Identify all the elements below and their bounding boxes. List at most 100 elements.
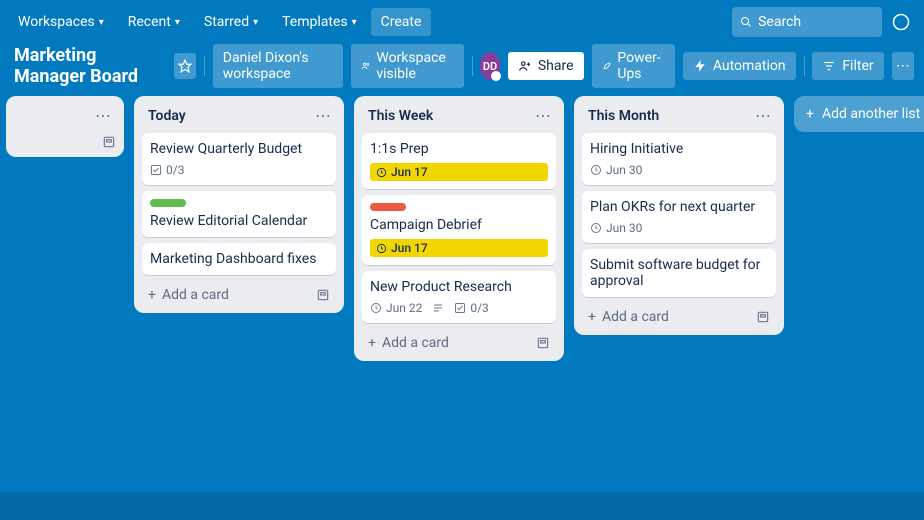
add-card-label: Add a card — [162, 287, 229, 303]
card-title: Hiring Initiative — [590, 141, 768, 157]
automation-button[interactable]: Automation — [683, 52, 796, 80]
nav-recent[interactable]: Recent ▾ — [118, 8, 190, 36]
star-button[interactable] — [174, 53, 196, 79]
card-title: New Product Research — [370, 279, 548, 295]
card[interactable]: Review Quarterly Budget 0/3 — [142, 133, 336, 185]
clock-icon — [376, 167, 387, 178]
board-bar: Marketing Manager Board Daniel Dixon's w… — [0, 44, 924, 88]
list-menu-button[interactable]: ⋯ — [535, 106, 552, 125]
divider — [472, 56, 473, 76]
add-card-button[interactable]: + Add a card — [362, 329, 556, 353]
plus-icon: + — [806, 106, 814, 122]
nav-recent-label: Recent — [128, 14, 171, 30]
rocket-icon — [602, 59, 612, 73]
card-title: Marketing Dashboard fixes — [150, 251, 328, 267]
list-menu-button[interactable]: ⋯ — [315, 106, 332, 125]
list-today: Today ⋯ Review Quarterly Budget 0/3 Revi… — [134, 96, 344, 313]
list-this-week: This Week ⋯ 1:1s Prep Jun 17 Campaign De… — [354, 96, 564, 361]
clock-icon — [376, 243, 387, 254]
footer-strip — [0, 492, 924, 520]
template-icon[interactable] — [102, 135, 116, 149]
chevron-down-icon: ▾ — [253, 17, 258, 28]
avatar[interactable]: DD — [480, 52, 500, 80]
card-meta: Jun 30 — [590, 163, 768, 177]
due-badge: Jun 17 — [370, 163, 548, 181]
list-title[interactable]: This Month — [588, 108, 659, 124]
share-label: Share — [538, 58, 574, 74]
people-icon — [361, 59, 371, 73]
top-nav: Workspaces ▾ Recent ▾ Starred ▾ Template… — [0, 0, 924, 44]
label-red — [370, 203, 406, 211]
nav-starred[interactable]: Starred ▾ — [194, 8, 268, 36]
add-card-button[interactable]: + Add a card — [582, 303, 776, 327]
clock-icon — [590, 164, 602, 176]
card[interactable]: Marketing Dashboard fixes — [142, 243, 336, 275]
card[interactable]: Campaign Debrief Jun 17 — [362, 195, 556, 265]
chevron-down-icon: ▾ — [99, 17, 104, 28]
search-field[interactable] — [758, 14, 874, 30]
list-title[interactable]: Today — [148, 108, 186, 124]
due-badge-plain: Jun 30 — [590, 221, 642, 235]
card[interactable]: 1:1s Prep Jun 17 — [362, 133, 556, 189]
card-meta: Jun 30 — [590, 221, 768, 235]
card[interactable]: Hiring Initiative Jun 30 — [582, 133, 776, 185]
filter-button[interactable]: Filter — [812, 52, 883, 80]
more-icon: ⋯ — [896, 58, 910, 74]
nav-starred-label: Starred — [204, 14, 249, 30]
due-badge: Jun 17 — [370, 239, 548, 257]
plus-icon: + — [588, 309, 596, 325]
card-title: Submit software budget for approval — [590, 257, 768, 289]
board-menu-button[interactable]: ⋯ — [892, 52, 914, 80]
add-card-button[interactable]: + Add a card — [142, 281, 336, 305]
board-canvas: ⋯ Today ⋯ Review Quarterly Budget 0/3 Re… — [0, 88, 924, 369]
list-header: This Month ⋯ — [582, 104, 776, 127]
search-icon — [740, 15, 752, 29]
nav-templates-label: Templates — [282, 14, 348, 30]
card-title: Plan OKRs for next quarter — [590, 199, 768, 215]
card-title: Review Editorial Calendar — [150, 213, 328, 229]
add-card-label: Add a card — [602, 309, 669, 325]
add-card-label: Add a card — [382, 335, 449, 351]
list-title[interactable]: This Week — [368, 108, 433, 124]
share-icon — [518, 59, 532, 73]
chevron-down-icon: ▾ — [352, 17, 357, 28]
due-badge-plain: Jun 30 — [590, 163, 642, 177]
list-menu-button[interactable]: ⋯ — [95, 106, 112, 125]
filter-icon — [822, 59, 836, 73]
plus-icon: + — [368, 335, 376, 351]
create-button[interactable]: Create — [371, 8, 432, 36]
checklist-icon — [150, 164, 162, 176]
clock-icon — [590, 222, 602, 234]
nav-workspaces[interactable]: Workspaces ▾ — [8, 8, 114, 36]
powerups-label: Power-Ups — [617, 50, 664, 82]
info-icon[interactable] — [886, 7, 916, 37]
card[interactable]: New Product Research Jun 22 0/3 — [362, 271, 556, 323]
checklist-badge: 0/3 — [150, 163, 184, 177]
plus-icon: + — [148, 287, 156, 303]
create-label: Create — [381, 14, 422, 30]
card-title: Campaign Debrief — [370, 217, 548, 233]
list-collapsed[interactable]: ⋯ — [6, 96, 124, 157]
divider — [204, 56, 205, 76]
label-green — [150, 199, 186, 207]
workspace-button[interactable]: Daniel Dixon's workspace — [213, 44, 343, 88]
nav-templates[interactable]: Templates ▾ — [272, 8, 367, 36]
visibility-button[interactable]: Workspace visible — [351, 44, 464, 88]
powerups-button[interactable]: Power-Ups — [592, 44, 675, 88]
template-icon[interactable] — [536, 336, 550, 350]
card[interactable]: Submit software budget for approval — [582, 249, 776, 297]
card-title: 1:1s Prep — [370, 141, 548, 157]
template-icon[interactable] — [316, 288, 330, 302]
list-menu-button[interactable]: ⋯ — [755, 106, 772, 125]
share-button[interactable]: Share — [508, 52, 584, 80]
card[interactable]: Review Editorial Calendar — [142, 191, 336, 237]
board-title[interactable]: Marketing Manager Board — [10, 41, 166, 91]
card-meta: 0/3 — [150, 163, 328, 177]
description-icon — [432, 302, 444, 314]
card-meta: Jun 22 0/3 — [370, 301, 548, 315]
nav-workspaces-label: Workspaces — [18, 14, 95, 30]
template-icon[interactable] — [756, 310, 770, 324]
add-list-button[interactable]: + Add another list — [794, 96, 924, 132]
card[interactable]: Plan OKRs for next quarter Jun 30 — [582, 191, 776, 243]
search-input[interactable] — [732, 7, 882, 37]
